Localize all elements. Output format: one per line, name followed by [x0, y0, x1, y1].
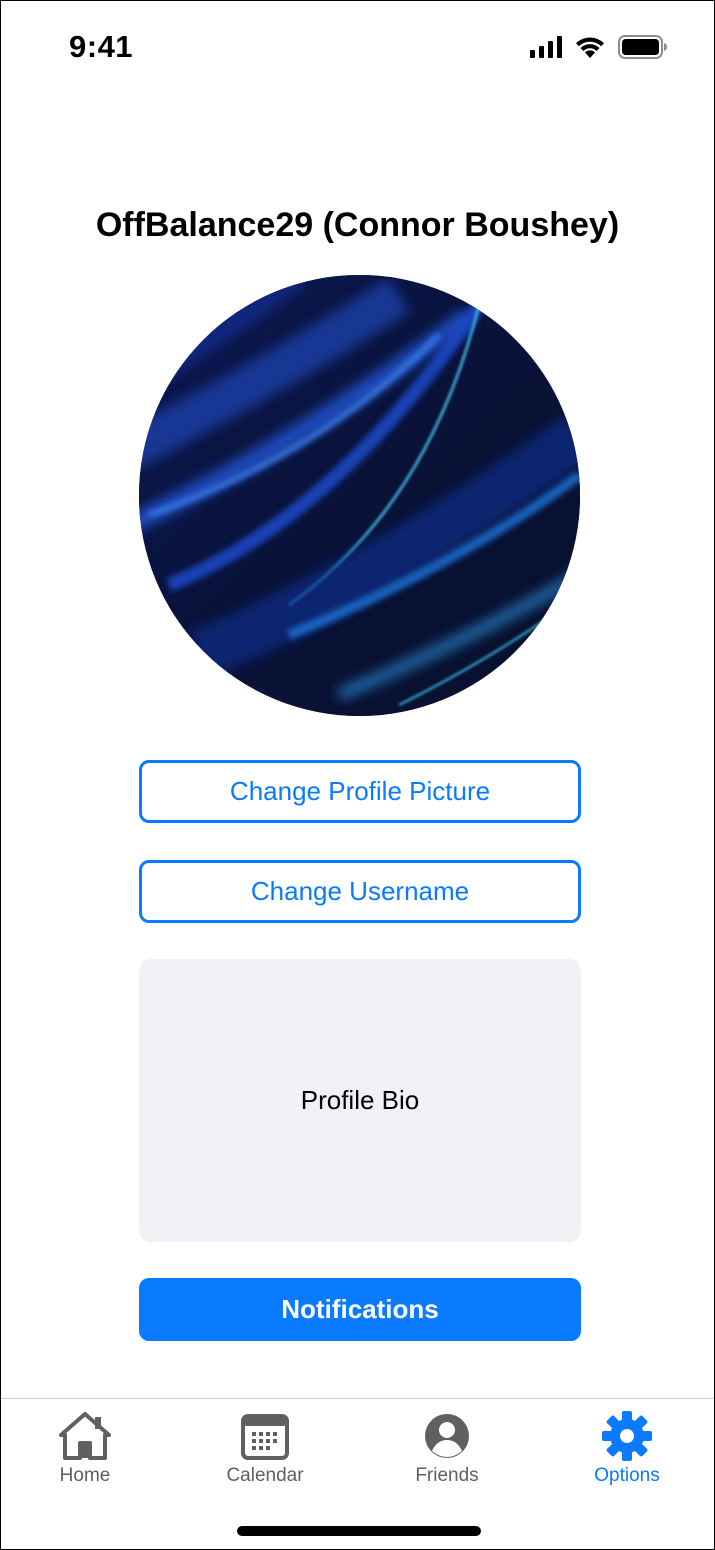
home-indicator [237, 1526, 481, 1536]
avatar-image [139, 275, 580, 716]
tab-options-label: Options [594, 1465, 660, 1486]
tab-calendar-label: Calendar [226, 1465, 304, 1486]
person-circle-icon [425, 1414, 469, 1458]
status-icons [530, 35, 668, 59]
home-icon [59, 1412, 111, 1460]
profile-bio-placeholder: Profile Bio [300, 1085, 420, 1115]
tab-home-label: Home [59, 1465, 111, 1486]
calendar-icon [241, 1414, 289, 1460]
profile-bio-field[interactable]: Profile Bio [139, 959, 581, 1242]
cellular-signal-icon [530, 36, 562, 58]
change-username-button[interactable]: Change Username [139, 860, 581, 923]
profile-avatar[interactable] [139, 275, 580, 716]
tab-friends-label: Friends [415, 1465, 479, 1486]
wifi-icon [574, 35, 606, 59]
notifications-button[interactable]: Notifications [139, 1278, 581, 1341]
gear-icon [602, 1411, 652, 1461]
tab-home[interactable]: Home [25, 1409, 145, 1487]
app-screen: 9:41 OffBalance29 (Connor Boushey) Chang… [0, 0, 715, 1550]
tab-options[interactable]: Options [567, 1409, 687, 1487]
profile-title: OffBalance29 (Connor Boushey) [95, 206, 620, 244]
tab-calendar[interactable]: Calendar [205, 1409, 325, 1487]
tab-friends[interactable]: Friends [387, 1409, 507, 1487]
change-profile-picture-button[interactable]: Change Profile Picture [139, 760, 581, 823]
status-time: 9:41 [69, 29, 134, 64]
battery-icon [618, 35, 668, 59]
